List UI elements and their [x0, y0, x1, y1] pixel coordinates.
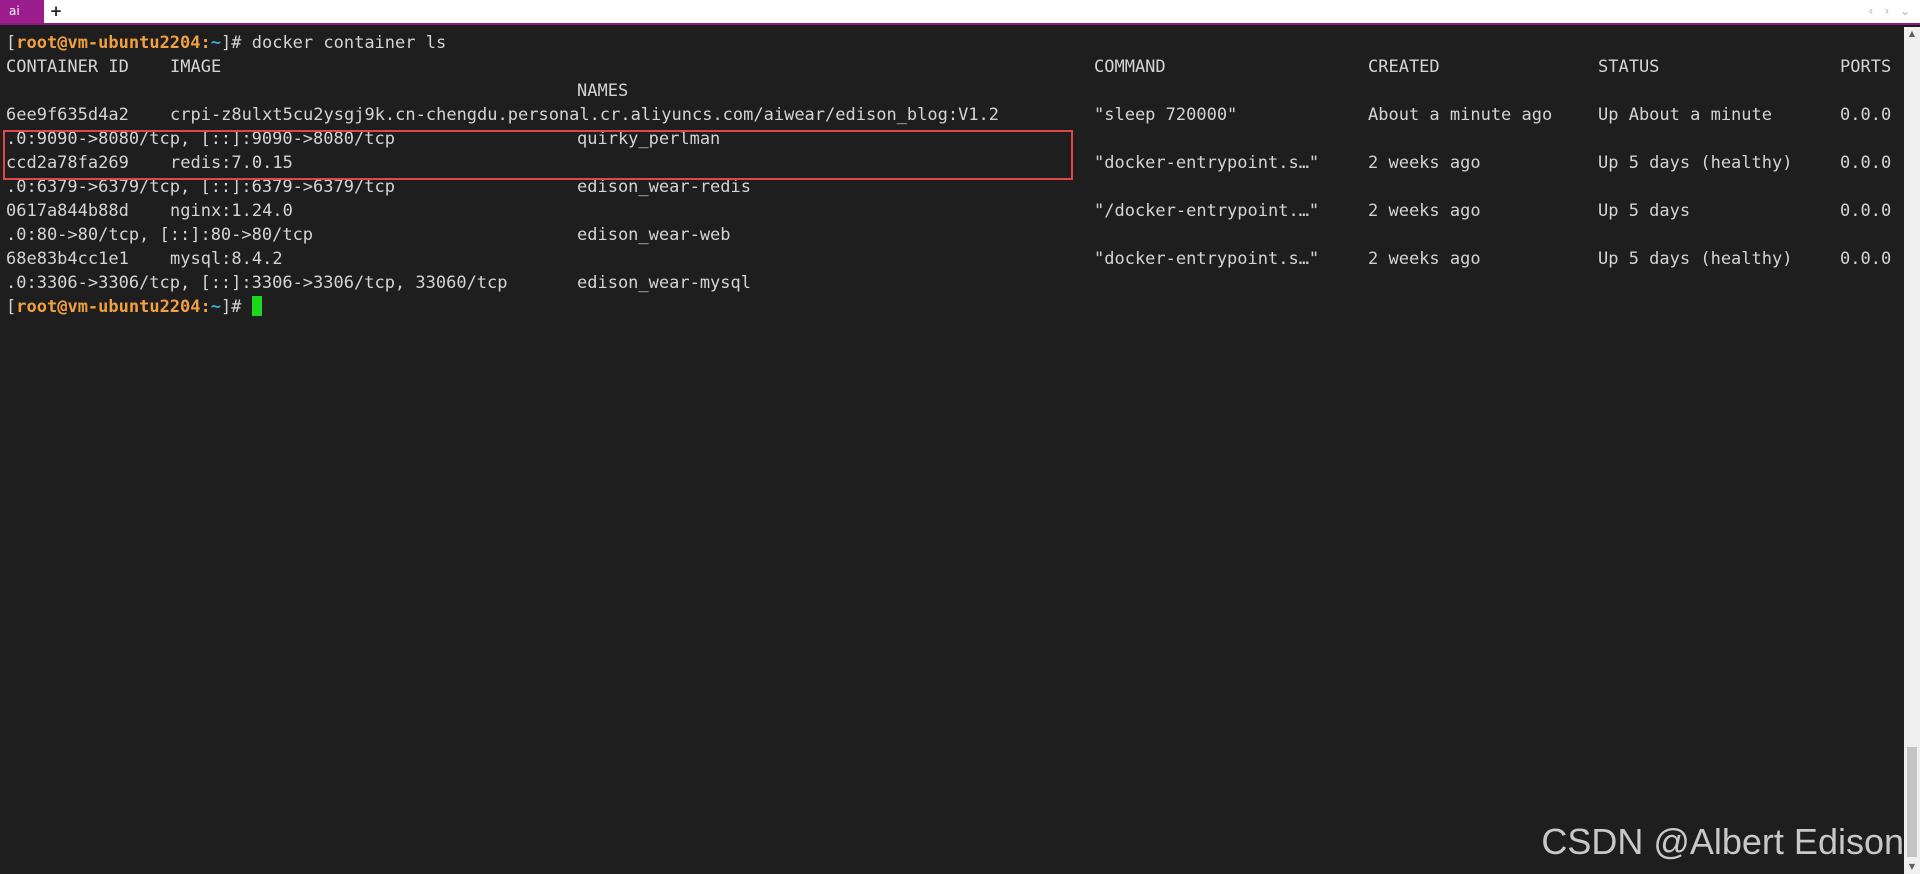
scroll-down-icon[interactable]: ▼	[1904, 860, 1920, 874]
table-row: 0617a844b88d nginx:1.24.0 "/docker-entry…	[6, 199, 1904, 223]
header-image: IMAGE	[170, 57, 222, 77]
table-row-wrap: .0:3306->3306/tcp, [::]:3306->3306/tcp, …	[6, 271, 1904, 295]
prompt-at: @	[57, 297, 68, 317]
container-status: Up About a minute	[1598, 105, 1772, 125]
scroll-up-icon[interactable]: ▲	[1904, 27, 1920, 41]
header-status: STATUS	[1598, 57, 1660, 77]
tab-next-icon[interactable]: ›	[1880, 0, 1894, 23]
container-command: "docker-entrypoint.s…"	[1094, 153, 1320, 173]
vertical-scrollbar[interactable]: ▲ ▼	[1904, 27, 1920, 874]
prompt-colon: :	[200, 33, 211, 53]
prompt-close: ]#	[221, 33, 242, 53]
container-ports-tail: .0:80->80/tcp, [::]:80->80/tcp	[6, 225, 314, 245]
prompt-line[interactable]: [root@vm-ubuntu2204:~]#	[6, 295, 262, 319]
container-ports-head: 0.0.0	[1840, 105, 1892, 125]
container-status: Up 5 days (healthy)	[1598, 249, 1793, 269]
container-status: Up 5 days (healthy)	[1598, 153, 1793, 173]
scrollbar-thumb[interactable]	[1907, 747, 1917, 857]
prompt-open: [	[6, 33, 17, 53]
container-status: Up 5 days	[1598, 201, 1691, 221]
container-image: crpi-z8ulxt5cu2ysgj9k.cn-chengdu.persona…	[170, 105, 1000, 125]
prompt-user: root	[16, 297, 58, 317]
tab-bar: ai + ‹ › ⌄	[0, 0, 1920, 25]
container-ports-head: 0.0.0	[1840, 201, 1892, 221]
new-tab-button[interactable]: +	[48, 0, 64, 23]
container-command: "/docker-entrypoint.…"	[1094, 201, 1320, 221]
prompt-close: ]#	[221, 297, 242, 317]
table-header-wrap: NAMES	[6, 79, 1904, 103]
prompt-colon: :	[200, 297, 211, 317]
table-row: 68e83b4cc1e1 mysql:8.4.2 "docker-entrypo…	[6, 247, 1904, 271]
container-ports-tail: .0:3306->3306/tcp, [::]:3306->3306/tcp, …	[6, 273, 508, 293]
container-name: edison_wear-web	[577, 225, 731, 245]
container-id: 0617a844b88d	[6, 201, 129, 221]
container-id: 6ee9f635d4a2	[6, 105, 129, 125]
container-image: mysql:8.4.2	[170, 249, 283, 269]
container-ports-head: 0.0.0	[1840, 249, 1892, 269]
table-row-wrap: .0:80->80/tcp, [::]:80->80/tcp edison_we…	[6, 223, 1904, 247]
container-image: nginx:1.24.0	[170, 201, 293, 221]
prompt-host: vm-ubuntu2204	[67, 297, 201, 317]
container-created: 2 weeks ago	[1368, 153, 1481, 173]
session-tab[interactable]: ai	[0, 0, 44, 23]
table-header: CONTAINER ID IMAGE COMMAND CREATED STATU…	[6, 55, 1904, 79]
prompt-dir: ~	[210, 297, 222, 317]
container-id: 68e83b4cc1e1	[6, 249, 129, 269]
tab-prev-icon[interactable]: ‹	[1864, 0, 1878, 23]
container-created: 2 weeks ago	[1368, 249, 1481, 269]
tab-menu-icon[interactable]: ⌄	[1898, 0, 1912, 23]
text-cursor	[251, 296, 262, 316]
command-line: [root@vm-ubuntu2204:~]# docker container…	[6, 31, 446, 55]
header-names: NAMES	[577, 81, 629, 101]
prompt-dir: ~	[210, 33, 222, 53]
container-ports-head: 0.0.0	[1840, 153, 1892, 173]
container-created: About a minute ago	[1368, 105, 1553, 125]
watermark: CSDN @Albert Edison	[1541, 821, 1904, 862]
prompt-host: vm-ubuntu2204	[67, 33, 201, 53]
command-text: docker container ls	[241, 33, 447, 53]
header-created: CREATED	[1368, 57, 1440, 77]
prompt-open: [	[6, 297, 17, 317]
container-command: "sleep 720000"	[1094, 105, 1238, 125]
container-name: edison_wear-mysql	[577, 273, 751, 293]
prompt-user: root	[16, 33, 58, 53]
table-row: 6ee9f635d4a2 crpi-z8ulxt5cu2ysgj9k.cn-ch…	[6, 103, 1904, 127]
container-created: 2 weeks ago	[1368, 201, 1481, 221]
container-command: "docker-entrypoint.s…"	[1094, 249, 1320, 269]
prompt-at: @	[57, 33, 68, 53]
header-ports: PORTS	[1840, 57, 1892, 77]
highlight-annotation	[3, 130, 1073, 180]
header-container-id: CONTAINER ID	[6, 57, 129, 77]
header-command: COMMAND	[1094, 57, 1166, 77]
terminal-output[interactable]: [root@vm-ubuntu2204:~]# docker container…	[0, 27, 1904, 874]
